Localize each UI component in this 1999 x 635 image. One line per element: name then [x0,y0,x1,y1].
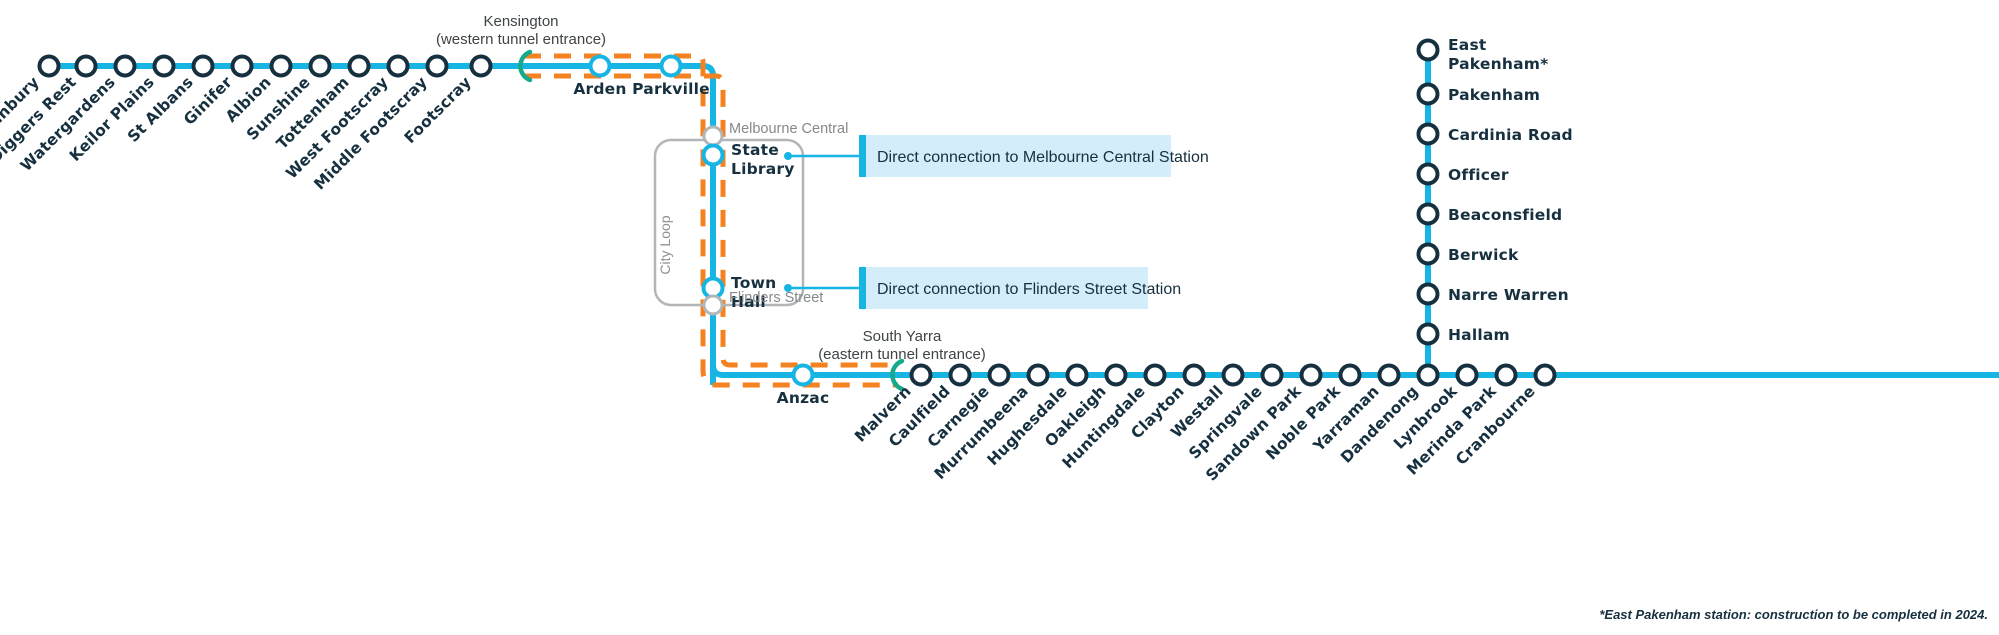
station-marker-malvern[interactable] [909,363,933,387]
station-marker-sunshine[interactable] [308,54,332,78]
station-marker-oakleigh[interactable] [1104,363,1128,387]
station-parkville[interactable]: Parkville [632,54,710,99]
station-marker-beaconsfield[interactable] [1416,202,1440,226]
station-marker-east-pakenham[interactable] [1416,38,1440,62]
station-marker-merinda-park[interactable] [1494,363,1518,387]
station-marker-cranbourne[interactable] [1533,363,1557,387]
station-label-state-library-line1: State [731,141,779,159]
station-marker-sunbury[interactable] [37,54,61,78]
station-marker-hughesdale[interactable] [1065,363,1089,387]
station-marker-anzac[interactable] [791,363,815,387]
callout-melbourne-central: Direct connection to Melbourne Central S… [784,135,1209,177]
station-marker-state-library[interactable] [701,143,725,167]
station-cardinia-road[interactable]: Cardinia Road [1416,122,1573,146]
station-marker-sandown-park[interactable] [1299,363,1323,387]
station-marker-huntingdale[interactable] [1143,363,1167,387]
station-marker-carnegie[interactable] [987,363,1011,387]
station-marker-diggers-rest[interactable] [74,54,98,78]
station-marker-melbourne-central[interactable] [702,125,724,147]
tunnel-note-kensington: Kensington (western tunnel entrance) [436,13,606,48]
station-label-cardinia-road: Cardinia Road [1448,126,1573,144]
station-marker-pakenham[interactable] [1416,82,1440,106]
city-loop-label: City Loop [657,215,673,274]
metro-map-svg: City Loop Direct connection to Melbourne… [0,13,1999,622]
station-marker-tottenham[interactable] [347,54,371,78]
station-marker-watergardens[interactable] [113,54,137,78]
tunnel-note-south-yarra-line2: (eastern tunnel entrance) [818,346,986,363]
station-label-flinders-street: Flinders Street [729,290,823,306]
metro-map-root: City Loop Direct connection to Melbourne… [0,0,1999,635]
station-marker-ginifer[interactable] [230,54,254,78]
station-marker-keilor-plains[interactable] [152,54,176,78]
station-marker-springvale[interactable] [1260,363,1284,387]
station-marker-officer[interactable] [1416,162,1440,186]
station-marker-westall[interactable] [1221,363,1245,387]
tunnel-note-kensington-line2: (western tunnel entrance) [436,31,606,48]
stations-layer: SunburyDiggers RestWatergardensKeilor Pl… [0,36,1573,485]
station-marker-footscray[interactable] [469,54,493,78]
station-marker-dandenong[interactable] [1416,363,1440,387]
station-label-anzac: Anzac [777,389,830,407]
station-state-library[interactable]: StateLibrary [701,141,795,178]
station-marker-berwick[interactable] [1416,242,1440,266]
station-label-arden: Arden [573,80,626,98]
station-marker-west-footscray[interactable] [386,54,410,78]
station-label-melbourne-central: Melbourne Central [729,121,848,137]
station-east-pakenham[interactable]: EastPakenham* [1416,36,1549,73]
station-label-beaconsfield: Beaconsfield [1448,206,1562,224]
station-label-east-pakenham-line1: East [1448,36,1487,54]
station-marker-caulfield[interactable] [948,363,972,387]
station-marker-st-albans[interactable] [191,54,215,78]
tunnel-note-south-yarra: South Yarra (eastern tunnel entrance) [818,328,986,363]
station-marker-arden[interactable] [588,54,612,78]
station-label-hallam: Hallam [1448,326,1510,344]
station-officer[interactable]: Officer [1416,162,1509,186]
rail-lines [49,50,1999,385]
station-marker-narre-warren[interactable] [1416,282,1440,306]
tunnel-note-kensington-line1: Kensington [483,13,558,30]
station-hallam[interactable]: Hallam [1416,322,1510,346]
station-marker-hallam[interactable] [1416,322,1440,346]
station-marker-middle-footscray[interactable] [425,54,449,78]
station-label-east-pakenham-line2: Pakenham* [1448,55,1548,73]
station-marker-cardinia-road[interactable] [1416,122,1440,146]
station-label-state-library-line2: Library [731,160,795,178]
station-marker-clayton[interactable] [1182,363,1206,387]
station-label-narre-warren: Narre Warren [1448,286,1569,304]
station-label-officer: Officer [1448,166,1509,184]
station-label-pakenham: Pakenham [1448,86,1540,104]
station-label-parkville: Parkville [632,80,710,98]
station-beaconsfield[interactable]: Beaconsfield [1416,202,1563,226]
station-berwick[interactable]: Berwick [1416,242,1519,266]
station-marker-yarraman[interactable] [1377,363,1401,387]
footnote: *East Pakenham station: construction to … [1599,607,1988,622]
callout-leader-dot-1 [784,152,792,160]
callout-text-1: Direct connection to Melbourne Central S… [877,149,1209,166]
station-marker-parkville[interactable] [659,54,683,78]
callout-accent-bar-1 [859,135,866,177]
station-marker-lynbrook[interactable] [1455,363,1479,387]
callout-flinders-street: Direct connection to Flinders Street Sta… [784,267,1181,309]
station-marker-albion[interactable] [269,54,293,78]
tunnel-note-south-yarra-line1: South Yarra [863,328,942,345]
callout-accent-bar-2 [859,267,866,309]
station-narre-warren[interactable]: Narre Warren [1416,282,1569,306]
station-pakenham[interactable]: Pakenham [1416,82,1541,106]
station-label-berwick: Berwick [1448,246,1519,264]
station-marker-murrumbeena[interactable] [1026,363,1050,387]
station-marker-noble-park[interactable] [1338,363,1362,387]
callout-text-2: Direct connection to Flinders Street Sta… [877,281,1181,298]
station-marker-flinders-street[interactable] [702,294,724,316]
